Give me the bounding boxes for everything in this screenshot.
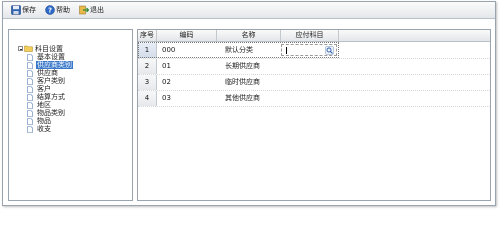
document-icon xyxy=(27,117,33,125)
tree-item-label: 供应商 xyxy=(37,69,58,77)
tree-item-label: 结算方式 xyxy=(37,93,65,101)
row-number-cell: 3 xyxy=(138,75,157,90)
grid-header: 序号 编码 名称 应付科目 xyxy=(138,30,490,42)
document-icon xyxy=(27,77,33,85)
table-row[interactable]: 3 02 临时供应商 xyxy=(138,75,490,91)
tree-item[interactable]: 物品类别 xyxy=(27,109,73,117)
tree-item[interactable]: 收支 xyxy=(27,125,73,133)
name-cell[interactable]: 长期供应商 xyxy=(217,59,281,74)
code-cell[interactable]: 000 xyxy=(157,43,217,58)
name-cell[interactable]: 默认分类 xyxy=(217,43,281,58)
collapse-icon[interactable] xyxy=(18,46,23,51)
column-header-account[interactable]: 应付科目 xyxy=(281,30,339,41)
tree-item[interactable]: 基本设置 xyxy=(27,53,73,61)
tree-item-label: 客户 xyxy=(37,85,51,93)
table-row[interactable]: 2 01 长期供应商 xyxy=(138,59,490,75)
column-header-num[interactable]: 序号 xyxy=(138,30,157,41)
document-icon xyxy=(27,61,33,69)
tree-item-label: 物品 xyxy=(37,117,51,125)
lookup-search-icon[interactable] xyxy=(325,46,334,55)
column-header-code[interactable]: 编码 xyxy=(157,30,217,41)
save-icon xyxy=(11,5,21,15)
svg-text:?: ? xyxy=(48,7,52,15)
data-grid: 序号 编码 名称 应付科目 1 000 默认分类 2 01 长期供应商 3 02 临时供应商 4 0… xyxy=(137,29,491,201)
toolbar: 保存 ? 帮助 退出 xyxy=(3,2,495,19)
app-window: 保存 ? 帮助 退出 科目设置 基本设置 供应商类别 供应商 客户类别 客户 结… xyxy=(2,1,496,206)
account-cell[interactable] xyxy=(281,75,339,90)
document-icon xyxy=(27,125,33,133)
tree-root[interactable]: 科目设置 xyxy=(18,44,73,53)
document-icon xyxy=(27,69,33,77)
document-icon xyxy=(27,93,33,101)
document-icon xyxy=(27,53,33,61)
tree-item[interactable]: 客户类别 xyxy=(27,77,73,85)
code-cell[interactable]: 03 xyxy=(157,91,217,106)
exit-button[interactable]: 退出 xyxy=(77,4,106,17)
help-button[interactable]: ? 帮助 xyxy=(43,4,72,17)
document-icon xyxy=(27,101,33,109)
code-cell[interactable]: 02 xyxy=(157,75,217,90)
name-cell[interactable]: 其他供应商 xyxy=(217,91,281,106)
account-cell[interactable] xyxy=(281,59,339,74)
exit-label: 退出 xyxy=(90,6,104,14)
row-number-cell: 4 xyxy=(138,91,157,106)
column-header-name[interactable]: 名称 xyxy=(217,30,281,41)
tree-item[interactable]: 物品 xyxy=(27,117,73,125)
tree-item-label: 供应商类别 xyxy=(36,61,73,69)
tree-root-label: 科目设置 xyxy=(35,44,63,53)
tree-item[interactable]: 结算方式 xyxy=(27,93,73,101)
tree-item-label: 地区 xyxy=(37,101,51,109)
tree-item[interactable]: 地区 xyxy=(27,101,73,109)
tree-item-label: 基本设置 xyxy=(37,53,65,61)
tree-item-label: 物品类别 xyxy=(37,109,65,117)
category-tree-panel: 科目设置 基本设置 供应商类别 供应商 客户类别 客户 结算方式 地区 物品类别 物品 收支 xyxy=(8,29,133,201)
account-cell-editor[interactable] xyxy=(281,44,337,56)
help-icon: ? xyxy=(45,5,55,15)
account-cell[interactable] xyxy=(281,91,339,106)
tree-item[interactable]: 供应商类别 xyxy=(27,61,73,69)
tree-item[interactable]: 客户 xyxy=(27,85,73,93)
row-number-cell: 2 xyxy=(138,59,157,74)
tree-item-label: 客户类别 xyxy=(37,77,65,85)
category-tree: 科目设置 基本设置 供应商类别 供应商 客户类别 客户 结算方式 地区 物品类别 物品 收支 xyxy=(18,44,73,133)
text-caret xyxy=(286,47,287,54)
exit-icon xyxy=(79,5,89,15)
document-icon xyxy=(27,85,33,93)
save-label: 保存 xyxy=(22,6,36,14)
help-label: 帮助 xyxy=(56,6,70,14)
tree-item[interactable]: 供应商 xyxy=(27,69,73,77)
save-button[interactable]: 保存 xyxy=(9,4,38,17)
tree-children: 基本设置 供应商类别 供应商 客户类别 客户 结算方式 地区 物品类别 物品 收支 xyxy=(27,53,73,133)
tree-item-label: 收支 xyxy=(37,125,51,133)
table-row[interactable]: 4 03 其他供应商 xyxy=(138,91,490,107)
code-cell[interactable]: 01 xyxy=(157,59,217,74)
name-cell[interactable]: 临时供应商 xyxy=(217,75,281,90)
folder-open-icon xyxy=(24,45,33,52)
document-icon xyxy=(27,109,33,117)
row-number-cell: 1 xyxy=(138,43,157,58)
